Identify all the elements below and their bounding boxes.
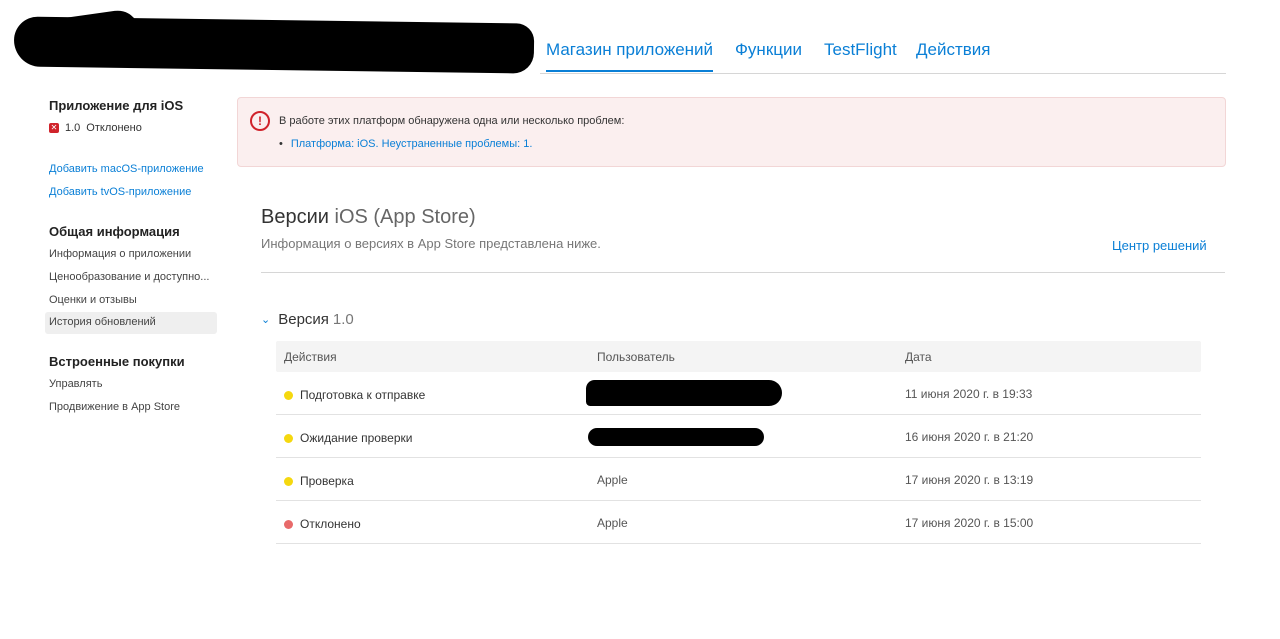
tab-app-store[interactable]: Магазин приложений bbox=[546, 40, 714, 72]
page-title-part1: Версии bbox=[261, 206, 329, 228]
sidebar-item-pricing[interactable]: Ценообразование и доступно... bbox=[49, 271, 209, 283]
page-title: Версии iOS (App Store) bbox=[261, 206, 476, 229]
row-action: Отклонено bbox=[300, 517, 361, 531]
row-action: Ожидание проверки bbox=[300, 431, 413, 445]
app-store-connect-page: Магазин приложений Функции TestFlight Де… bbox=[0, 0, 1280, 639]
table-row: Отклонено Apple 17 июня 2020 г. в 15:00 bbox=[276, 501, 1201, 544]
top-navigation: Магазин приложений Функции TestFlight Де… bbox=[540, 38, 1226, 74]
status-dot bbox=[284, 433, 293, 443]
divider bbox=[261, 272, 1225, 273]
row-date: 17 июня 2020 г. в 13:19 bbox=[905, 473, 1034, 487]
sidebar-item-update-history[interactable]: История обновлений bbox=[45, 312, 217, 334]
app-status-text: Отклонено bbox=[86, 122, 142, 134]
redacted-user bbox=[588, 428, 764, 446]
exclamation-circle-icon: ! bbox=[250, 111, 270, 131]
row-user: Apple bbox=[597, 473, 628, 487]
alert-platform-link[interactable]: Платформа: iOS. Неустраненные проблемы: … bbox=[279, 138, 533, 150]
table-row: Проверка Apple 17 июня 2020 г. в 13:19 bbox=[276, 458, 1201, 501]
table-row: Ожидание проверки 16 июня 2020 г. в 21:2… bbox=[276, 415, 1201, 458]
row-action: Проверка bbox=[300, 474, 354, 488]
row-action: Подготовка к отправке bbox=[300, 388, 426, 402]
sidebar-item-promotion[interactable]: Продвижение в App Store bbox=[49, 401, 180, 413]
column-header-user: Пользователь bbox=[597, 350, 675, 364]
version-label: Версия bbox=[278, 311, 329, 328]
column-header-actions: Действия bbox=[284, 350, 337, 364]
app-status-version: 1.0 bbox=[65, 122, 81, 134]
sidebar-app-heading[interactable]: Приложение для iOS bbox=[49, 98, 183, 113]
version-history-table: Действия Пользователь Дата Подготовка к … bbox=[276, 341, 1201, 544]
add-tvos-app-link[interactable]: Добавить tvOS-приложение bbox=[49, 186, 191, 198]
column-header-date: Дата bbox=[905, 350, 932, 364]
status-dot bbox=[284, 519, 293, 529]
resolution-center-link[interactable]: Центр решений bbox=[1112, 238, 1207, 253]
sidebar-item-ratings[interactable]: Оценки и отзывы bbox=[49, 294, 137, 306]
chevron-down-icon: ⌄ bbox=[261, 314, 271, 326]
row-user: Apple bbox=[597, 516, 628, 530]
page-title-part2: iOS (App Store) bbox=[334, 206, 476, 228]
table-header: Действия Пользователь Дата bbox=[276, 341, 1201, 372]
redacted-user bbox=[586, 380, 782, 406]
row-date: 16 июня 2020 г. в 21:20 bbox=[905, 430, 1034, 444]
sidebar-item-app-info[interactable]: Информация о приложении bbox=[49, 248, 191, 260]
add-macos-app-link[interactable]: Добавить macOS-приложение bbox=[49, 163, 204, 175]
sidebar-purchases-heading: Встроенные покупки bbox=[49, 354, 185, 369]
tab-activity[interactable]: Действия bbox=[916, 40, 990, 60]
tab-features[interactable]: Функции bbox=[735, 40, 802, 60]
error-alert: ! В работе этих платформ обнаружена одна… bbox=[237, 97, 1226, 167]
row-date: 17 июня 2020 г. в 15:00 bbox=[905, 516, 1034, 530]
sidebar-general-heading: Общая информация bbox=[49, 224, 180, 239]
version-toggle[interactable]: ⌄ Версия 1.0 bbox=[261, 311, 354, 328]
sidebar-item-manage[interactable]: Управлять bbox=[49, 378, 102, 390]
alert-message: В работе этих платформ обнаружена одна и… bbox=[279, 115, 625, 127]
version-number: 1.0 bbox=[332, 311, 354, 328]
page-subtitle: Информация о версиях в App Store предста… bbox=[261, 236, 601, 251]
app-status[interactable]: ✕ 1.0 Отклонено bbox=[49, 122, 142, 134]
table-row: Подготовка к отправке 11 июня 2020 г. в … bbox=[276, 372, 1201, 415]
tab-testflight[interactable]: TestFlight bbox=[824, 40, 897, 60]
status-dot bbox=[284, 390, 293, 400]
rejected-x-icon: ✕ bbox=[49, 123, 59, 133]
status-dot bbox=[284, 476, 293, 486]
row-date: 11 июня 2020 г. в 19:33 bbox=[905, 387, 1033, 401]
